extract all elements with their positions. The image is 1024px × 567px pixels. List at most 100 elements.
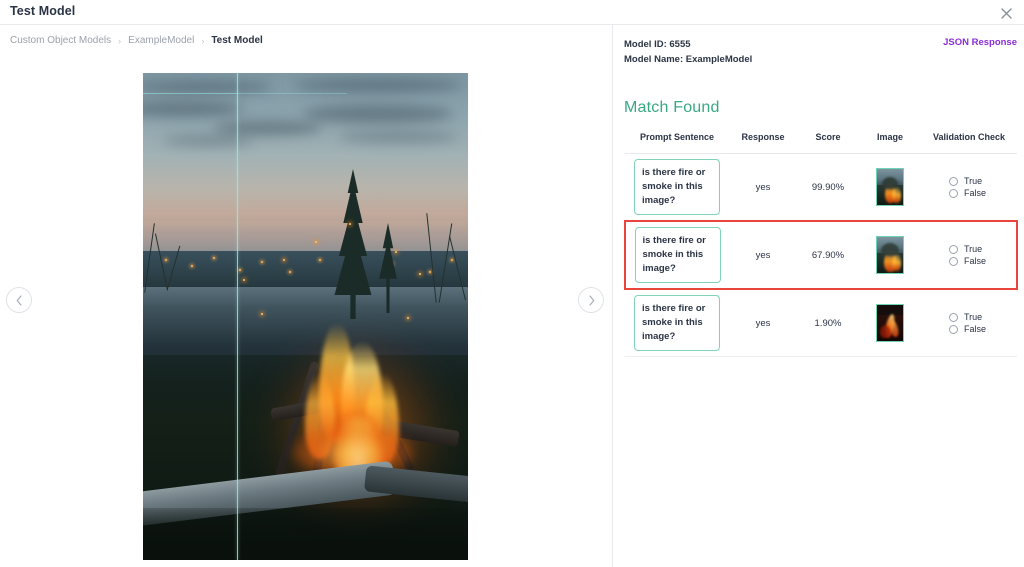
city-light [261, 261, 263, 263]
model-name-label: Model Name: [624, 54, 684, 65]
distant-land [143, 251, 468, 287]
score-cell: 1.90% [797, 289, 859, 357]
table-row[interactable]: is there fire or smoke in this image? ye… [625, 153, 1017, 222]
model-name-line: Model Name: ExampleModel [624, 52, 752, 67]
response-cell: yes [729, 289, 797, 357]
result-thumbnail[interactable] [876, 304, 904, 342]
cloud-shape [163, 135, 253, 146]
table-row[interactable]: is there fire or smoke in this image? ye… [624, 220, 1018, 290]
response-cell: yes [729, 153, 797, 222]
prompt-cell: is there fire or smoke in this image? [624, 220, 729, 290]
prompt-cell: is there fire or smoke in this image? [625, 289, 729, 357]
breadcrumb-separator-icon: › [118, 35, 122, 46]
validation-radio-false[interactable]: False [949, 188, 1015, 198]
prompt-cell: is there fire or smoke in this image? [625, 153, 729, 222]
column-header-response: Response [729, 125, 797, 154]
cloud-shape [143, 101, 243, 117]
image-cell [859, 289, 921, 357]
column-header-prompt-sentence: Prompt Sentence [625, 125, 729, 154]
breadcrumb-item-examplemodel[interactable]: ExampleModel [128, 35, 194, 46]
city-light [429, 271, 431, 273]
score-cell: 67.90% [797, 220, 859, 290]
validation-radio-true[interactable]: True [949, 312, 1015, 322]
column-header-validation-check: Validation Check [921, 125, 1017, 154]
table-body: is there fire or smoke in this image? ye… [624, 153, 1018, 357]
campfire-photo [143, 73, 468, 560]
spark [395, 251, 397, 253]
json-response-link[interactable]: JSON Response [943, 37, 1017, 48]
comparison-slider-guide [237, 93, 347, 94]
validation-radio-true[interactable]: True [949, 244, 1014, 254]
next-image-button[interactable] [578, 287, 604, 313]
radio-icon [949, 312, 958, 322]
table-header: Prompt Sentence Response Score Image Val… [625, 125, 1017, 154]
validation-cell: True False [921, 153, 1017, 222]
city-light [319, 259, 321, 261]
radio-icon [949, 188, 958, 198]
spark [283, 259, 285, 261]
spark [243, 279, 245, 281]
column-header-image: Image [859, 125, 921, 154]
validation-cell: True False [921, 220, 1018, 290]
response-cell: yes [729, 220, 797, 290]
close-icon[interactable] [996, 3, 1016, 23]
city-light [289, 271, 291, 273]
validation-radio-true[interactable]: True [949, 176, 1015, 186]
prompt-sentence: is there fire or smoke in this image? [634, 227, 721, 283]
spark [407, 317, 409, 319]
cloud-shape [213, 121, 323, 135]
validation-radio-false[interactable]: False [949, 324, 1015, 334]
model-id-value: 6555 [669, 39, 691, 50]
breadcrumb-item-custom-object-models[interactable]: Custom Object Models [10, 35, 111, 46]
radio-icon [949, 324, 958, 334]
city-light [213, 257, 215, 259]
spark [349, 223, 351, 225]
city-light [239, 269, 241, 271]
model-id-label: Model ID: [624, 39, 667, 50]
validation-option-label: True [964, 312, 983, 322]
image-viewer [0, 55, 612, 567]
match-found-heading: Match Found [624, 99, 720, 116]
result-thumbnail[interactable] [876, 168, 904, 206]
radio-icon [949, 256, 958, 266]
modal-header: Test Model [0, 0, 1024, 25]
test-image [143, 73, 468, 560]
radio-icon [949, 244, 958, 254]
validation-option-label: True [964, 244, 983, 254]
validation-cell: True False [921, 289, 1017, 357]
breadcrumb-item-test-model: Test Model [211, 35, 263, 46]
previous-image-button[interactable] [6, 287, 32, 313]
column-header-score: Score [797, 125, 859, 154]
horizon-haze [143, 221, 468, 231]
image-cell [859, 220, 921, 290]
table-header-row: Prompt Sentence Response Score Image Val… [625, 125, 1017, 154]
conifer-tree-silhouette [334, 169, 372, 319]
comparison-slider-guide [143, 93, 237, 94]
score-cell: 99.90% [797, 153, 859, 222]
model-id-line: Model ID: 6555 [624, 37, 752, 52]
spark [419, 273, 421, 275]
table-row[interactable]: is there fire or smoke in this image? ye… [625, 289, 1017, 357]
validation-option-label: False [964, 324, 987, 334]
results-table: Prompt Sentence Response Score Image Val… [624, 125, 1018, 357]
breadcrumb-separator-icon: › [201, 35, 205, 46]
breadcrumb: Custom Object Models › ExampleModel › Te… [10, 35, 263, 46]
validation-radio-false[interactable]: False [949, 256, 1014, 266]
validation-option-label: False [964, 256, 987, 266]
image-cell [859, 153, 921, 222]
cloud-shape [303, 105, 453, 123]
spark [261, 313, 263, 315]
city-light [451, 259, 453, 261]
results-panel: Model ID: 6555 Model Name: ExampleModel … [613, 25, 1024, 567]
page-title: Test Model [10, 4, 76, 18]
comparison-slider-handle[interactable] [237, 73, 238, 560]
city-light [165, 259, 167, 261]
radio-icon [949, 176, 958, 186]
test-model-modal: Test Model Custom Object Models › Exampl… [0, 0, 1024, 567]
model-meta: Model ID: 6555 Model Name: ExampleModel [624, 37, 752, 67]
validation-option-label: False [964, 188, 987, 198]
result-thumbnail[interactable] [876, 236, 904, 274]
cloud-shape [338, 131, 458, 143]
spark [315, 241, 317, 243]
prompt-sentence: is there fire or smoke in this image? [634, 295, 720, 351]
